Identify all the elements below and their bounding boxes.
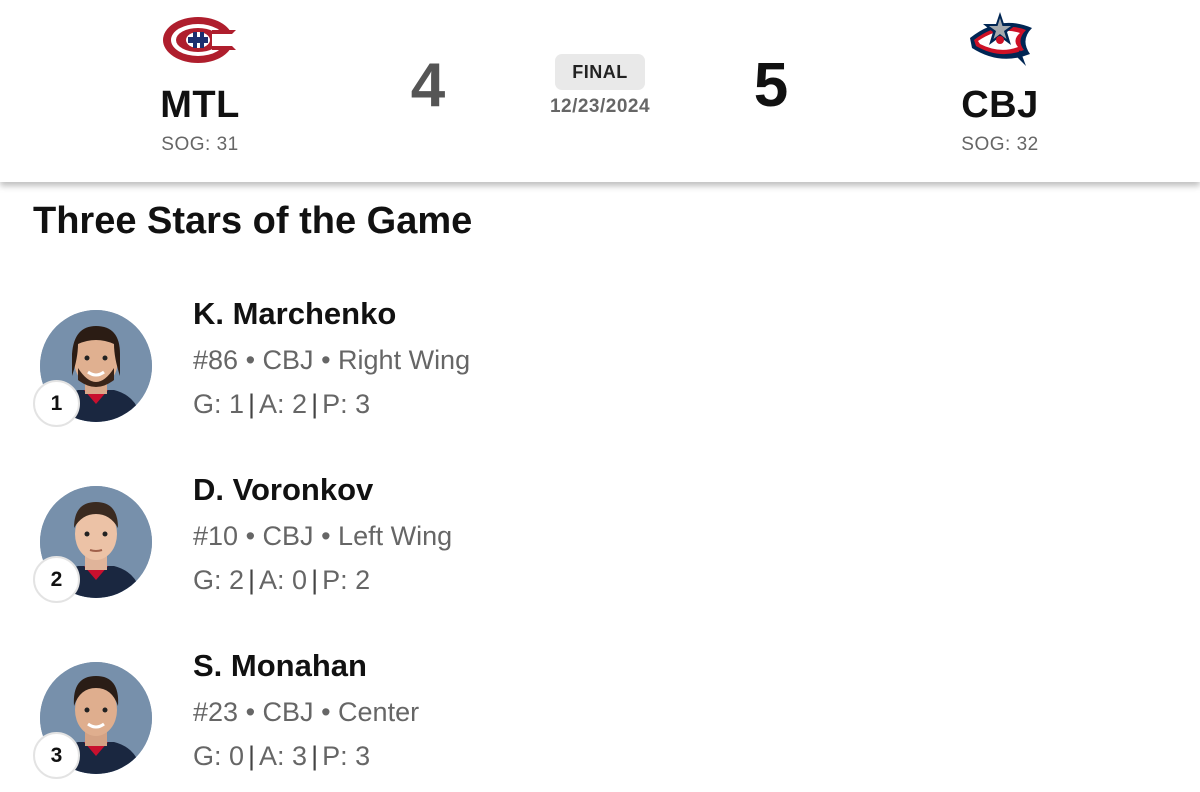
canadiens-logo-icon	[160, 10, 240, 72]
player-number: #23	[193, 697, 239, 727]
info-separator: •	[321, 521, 331, 551]
player-position: Right Wing	[338, 345, 471, 375]
scoreboard: MTL SOG: 31 4 FINAL 12/23/2024 5 CBJ SOG…	[0, 0, 1200, 182]
points-stat: P: 3	[322, 389, 371, 419]
stat-separator: |	[248, 389, 256, 419]
stat-separator: |	[311, 565, 319, 595]
home-score: 5	[753, 51, 789, 120]
game-date: 12/23/2024	[549, 96, 651, 117]
home-team-abbr: CBJ	[961, 84, 1039, 126]
player-info: #10 • CBJ • Left Wing	[193, 521, 452, 552]
away-team[interactable]: MTL SOG: 31	[100, 0, 300, 182]
points-stat: P: 3	[322, 741, 371, 771]
game-status-badge: FINAL	[555, 54, 645, 90]
goals-stat: G: 1	[193, 389, 245, 419]
player-number: #86	[193, 345, 239, 375]
player-stats: G: 2 | A: 0 | P: 2	[193, 565, 370, 596]
stat-separator: |	[248, 741, 256, 771]
info-separator: •	[321, 697, 331, 727]
stat-separator: |	[248, 565, 256, 595]
player-info: #86 • CBJ • Right Wing	[193, 345, 470, 376]
info-separator: •	[245, 345, 256, 375]
assists-stat: A: 2	[259, 389, 308, 419]
star-rank-badge: 1	[33, 380, 80, 427]
player-position: Left Wing	[338, 521, 453, 551]
star-row[interactable]: 3 S. Monahan #23 • CBJ • Center G: 0 | A: …	[0, 642, 1200, 792]
blue-jackets-logo-icon	[960, 10, 1040, 72]
star-rank-badge: 2	[33, 556, 80, 603]
goals-stat: G: 0	[193, 741, 245, 771]
star-row[interactable]: 1 K. Marchenko #86 • CBJ • Right Wing G:…	[0, 290, 1200, 440]
away-team-abbr: MTL	[160, 84, 240, 126]
assists-stat: A: 0	[259, 565, 308, 595]
player-name[interactable]: D. Voronkov	[193, 472, 373, 508]
star-row[interactable]: 2 D. Voronkov #10 • CBJ • Left Wing G: 2…	[0, 466, 1200, 616]
stat-separator: |	[311, 741, 319, 771]
player-stats: G: 1 | A: 2 | P: 3	[193, 389, 370, 420]
star-rank-badge: 3	[33, 732, 80, 779]
info-separator: •	[245, 697, 256, 727]
away-score: 4	[410, 51, 446, 120]
player-stats: G: 0 | A: 3 | P: 3	[193, 741, 370, 772]
player-number: #10	[193, 521, 239, 551]
player-info: #23 • CBJ • Center	[193, 697, 419, 728]
player-team: CBJ	[262, 697, 314, 727]
player-name[interactable]: K. Marchenko	[193, 296, 396, 332]
points-stat: P: 2	[322, 565, 371, 595]
assists-stat: A: 3	[259, 741, 308, 771]
stat-separator: |	[311, 389, 319, 419]
goals-stat: G: 2	[193, 565, 245, 595]
info-separator: •	[321, 345, 331, 375]
player-name[interactable]: S. Monahan	[193, 648, 367, 684]
away-shots-on-goal: SOG: 31	[161, 134, 239, 155]
section-title: Three Stars of the Game	[33, 200, 473, 242]
player-position: Center	[338, 697, 420, 727]
player-team: CBJ	[262, 521, 314, 551]
home-team[interactable]: CBJ SOG: 32	[900, 0, 1100, 182]
home-shots-on-goal: SOG: 32	[961, 134, 1039, 155]
info-separator: •	[245, 521, 256, 551]
player-team: CBJ	[262, 345, 314, 375]
